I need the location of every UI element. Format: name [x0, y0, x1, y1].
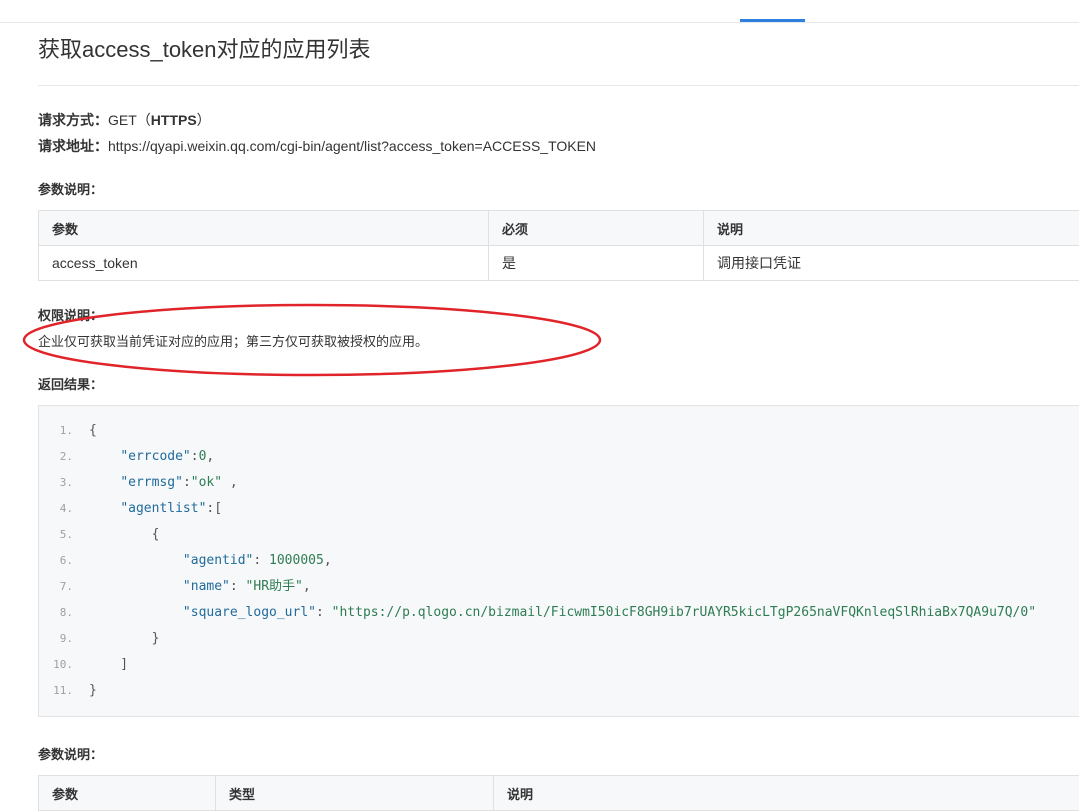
code-token: ] [89, 657, 128, 672]
code-line: 8. "square_logo_url": "https://p.qlogo.c… [39, 600, 1036, 626]
code-line: 11.} [39, 678, 97, 704]
code-token: "agentid" [183, 553, 253, 568]
code-token: "HR助手" [246, 579, 303, 594]
request-url-value: https://qyapi.weixin.qq.com/cgi-bin/agen… [108, 138, 596, 154]
request-url-line: 请求地址：https://qyapi.weixin.qq.com/cgi-bin… [38, 136, 596, 156]
code-line: 2. "errcode":0, [39, 444, 214, 470]
code-line: 10. ] [39, 652, 128, 678]
code-token: , [222, 475, 238, 490]
code-line: 7. "name": "HR助手", [39, 574, 311, 600]
params-col-desc: 说明 [704, 211, 1079, 246]
line-number: 1. [39, 418, 73, 444]
request-method-line: 请求方式：GET（HTTPS） [38, 110, 211, 130]
params-table-2: 参数 类型 说明 [38, 775, 1079, 811]
code-token [89, 501, 120, 516]
code-token [89, 475, 120, 490]
line-number: 5. [39, 522, 73, 548]
param-desc-cell: 调用接口凭证 [704, 246, 1079, 281]
line-number: 10. [39, 652, 73, 678]
params-table-header-row: 参数 必须 说明 [39, 211, 1079, 246]
permission-heading: 权限说明： [38, 305, 103, 324]
line-number: 6. [39, 548, 73, 574]
code-token: "https://p.qlogo.cn/bizmail/FicwmI50icF8… [332, 605, 1036, 620]
params-heading: 参数说明： [38, 179, 103, 198]
code-line: 6. "agentid": 1000005, [39, 548, 332, 574]
params2-col-type: 类型 [216, 776, 494, 811]
table-row: access_token 是 调用接口凭证 [39, 246, 1079, 281]
code-token: "errmsg" [120, 475, 183, 490]
code-token: } [89, 631, 159, 646]
code-token [89, 553, 183, 568]
code-token [89, 449, 120, 464]
request-method-value: GET（ [108, 112, 151, 128]
line-number: 3. [39, 470, 73, 496]
request-protocol: HTTPS [151, 112, 197, 128]
line-number: 2. [39, 444, 73, 470]
code-token [89, 605, 183, 620]
code-token: : [183, 475, 191, 490]
code-token: , [324, 553, 332, 568]
code-token: } [89, 683, 97, 698]
code-token [89, 579, 183, 594]
param-name-cell: access_token [39, 246, 489, 281]
code-token: , [303, 579, 311, 594]
top-nav-bar [0, 0, 1079, 23]
code-token: : [316, 605, 332, 620]
code-token: , [206, 449, 214, 464]
line-number: 9. [39, 626, 73, 652]
code-token: { [89, 423, 97, 438]
code-token: "ok" [191, 475, 222, 490]
code-line: 1. { [39, 418, 97, 444]
request-method-label: 请求方式： [38, 112, 108, 128]
permission-text: 企业仅可获取当前凭证对应的应用；第三方仅可获取被授权的应用。 [38, 331, 428, 350]
code-line: 5. { [39, 522, 159, 548]
params-col-name: 参数 [39, 211, 489, 246]
code-token: { [89, 527, 159, 542]
result-heading: 返回结果： [38, 374, 103, 393]
code-token: "agentlist" [120, 501, 206, 516]
page-title: 获取access_token对应的应用列表 [38, 32, 371, 64]
code-token: :[ [206, 501, 222, 516]
request-method-close: ） [197, 112, 211, 128]
code-token: "square_logo_url" [183, 605, 316, 620]
code-token: : [230, 579, 246, 594]
code-token: "name" [183, 579, 230, 594]
params2-col-name: 参数 [39, 776, 216, 811]
line-number: 11. [39, 678, 73, 704]
title-divider [38, 85, 1079, 86]
param-required-cell: 是 [489, 246, 704, 281]
params-table-2-header-row: 参数 类型 说明 [39, 776, 1079, 811]
active-tab-indicator [740, 19, 805, 22]
code-token: : [253, 553, 269, 568]
code-block: 1.{2. "errcode":0,3. "errmsg":"ok" ,4. "… [38, 405, 1079, 717]
line-number: 7. [39, 574, 73, 600]
params-heading-2: 参数说明： [38, 744, 103, 763]
code-token: "errcode" [120, 449, 190, 464]
params-table: 参数 必须 说明 access_token 是 调用接口凭证 [38, 210, 1079, 281]
line-number: 4. [39, 496, 73, 522]
code-token: 1000005 [269, 553, 324, 568]
code-line: 3. "errmsg":"ok" , [39, 470, 238, 496]
params-col-required: 必须 [489, 211, 704, 246]
code-line: 4. "agentlist":[ [39, 496, 222, 522]
code-line: 9. } [39, 626, 159, 652]
request-url-label: 请求地址： [38, 138, 108, 154]
params2-col-desc: 说明 [494, 776, 1079, 811]
code-token: : [191, 449, 199, 464]
line-number: 8. [39, 600, 73, 626]
